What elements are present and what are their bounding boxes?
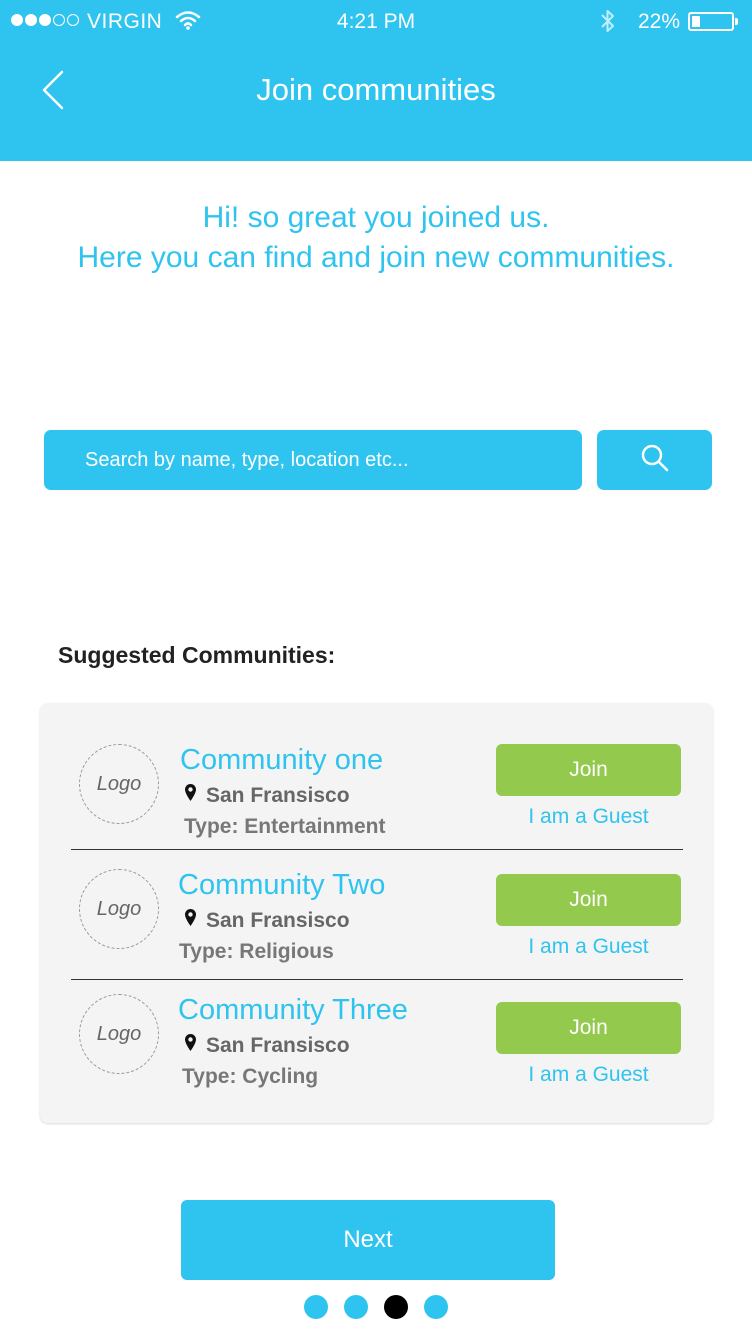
location-pin-icon	[184, 783, 197, 808]
guest-link[interactable]: I am a Guest	[496, 935, 681, 959]
location-pin-icon	[184, 1033, 197, 1058]
community-name[interactable]: Community Two	[178, 869, 385, 902]
community-location-text: San Fransisco	[206, 908, 350, 932]
list-item: Logo Community Three San Fransisco Type:…	[40, 963, 713, 1093]
community-type: Type: Religious	[179, 940, 334, 963]
status-bar: VIRGIN 4:21 PM 22%	[0, 0, 752, 44]
community-type: Type: Cycling	[182, 1065, 319, 1088]
location-pin-icon	[184, 908, 197, 933]
community-location: San Fransisco	[184, 1033, 350, 1058]
community-logo: Logo	[79, 994, 159, 1074]
page-dot	[344, 1295, 368, 1319]
community-name[interactable]: Community one	[180, 744, 383, 777]
page-title: Join communities	[256, 72, 496, 107]
join-button[interactable]: Join	[496, 744, 681, 796]
guest-link[interactable]: I am a Guest	[496, 805, 681, 829]
page-indicator	[304, 1295, 448, 1319]
battery-icon	[688, 12, 738, 31]
community-name[interactable]: Community Three	[178, 994, 408, 1027]
suggested-communities-heading: Suggested Communities:	[58, 642, 336, 668]
intro-line-2: Here you can find and join new communiti…	[77, 241, 675, 274]
battery-percent: 22%	[638, 10, 681, 33]
community-location-text: San Fransisco	[206, 783, 350, 807]
list-item: Logo Community Two San Fransisco Type: R…	[40, 833, 713, 963]
search-input[interactable]	[44, 430, 582, 490]
intro-message: Hi! so great you joined us. Here you can…	[0, 198, 752, 278]
intro-line-1: Hi! so great you joined us.	[202, 201, 550, 234]
join-button[interactable]: Join	[496, 1002, 681, 1054]
search-button[interactable]	[597, 430, 712, 490]
suggested-communities-list: Logo Community one San Fransisco Type: E…	[40, 703, 713, 1123]
community-logo: Logo	[79, 744, 159, 824]
bluetooth-icon	[599, 8, 617, 40]
community-location: San Fransisco	[184, 908, 350, 933]
page-dot	[304, 1295, 328, 1319]
guest-link[interactable]: I am a Guest	[496, 1063, 681, 1087]
community-logo: Logo	[79, 869, 159, 949]
list-item: Logo Community one San Fransisco Type: E…	[40, 703, 713, 838]
join-button[interactable]: Join	[496, 874, 681, 926]
page-dot	[424, 1295, 448, 1319]
search-icon	[640, 443, 670, 478]
community-location-text: San Fransisco	[206, 1033, 350, 1057]
community-location: San Fransisco	[184, 783, 350, 808]
page-dot-active	[384, 1295, 408, 1319]
next-button[interactable]: Next	[181, 1200, 555, 1280]
app-header: VIRGIN 4:21 PM 22% Join communities	[0, 0, 752, 161]
